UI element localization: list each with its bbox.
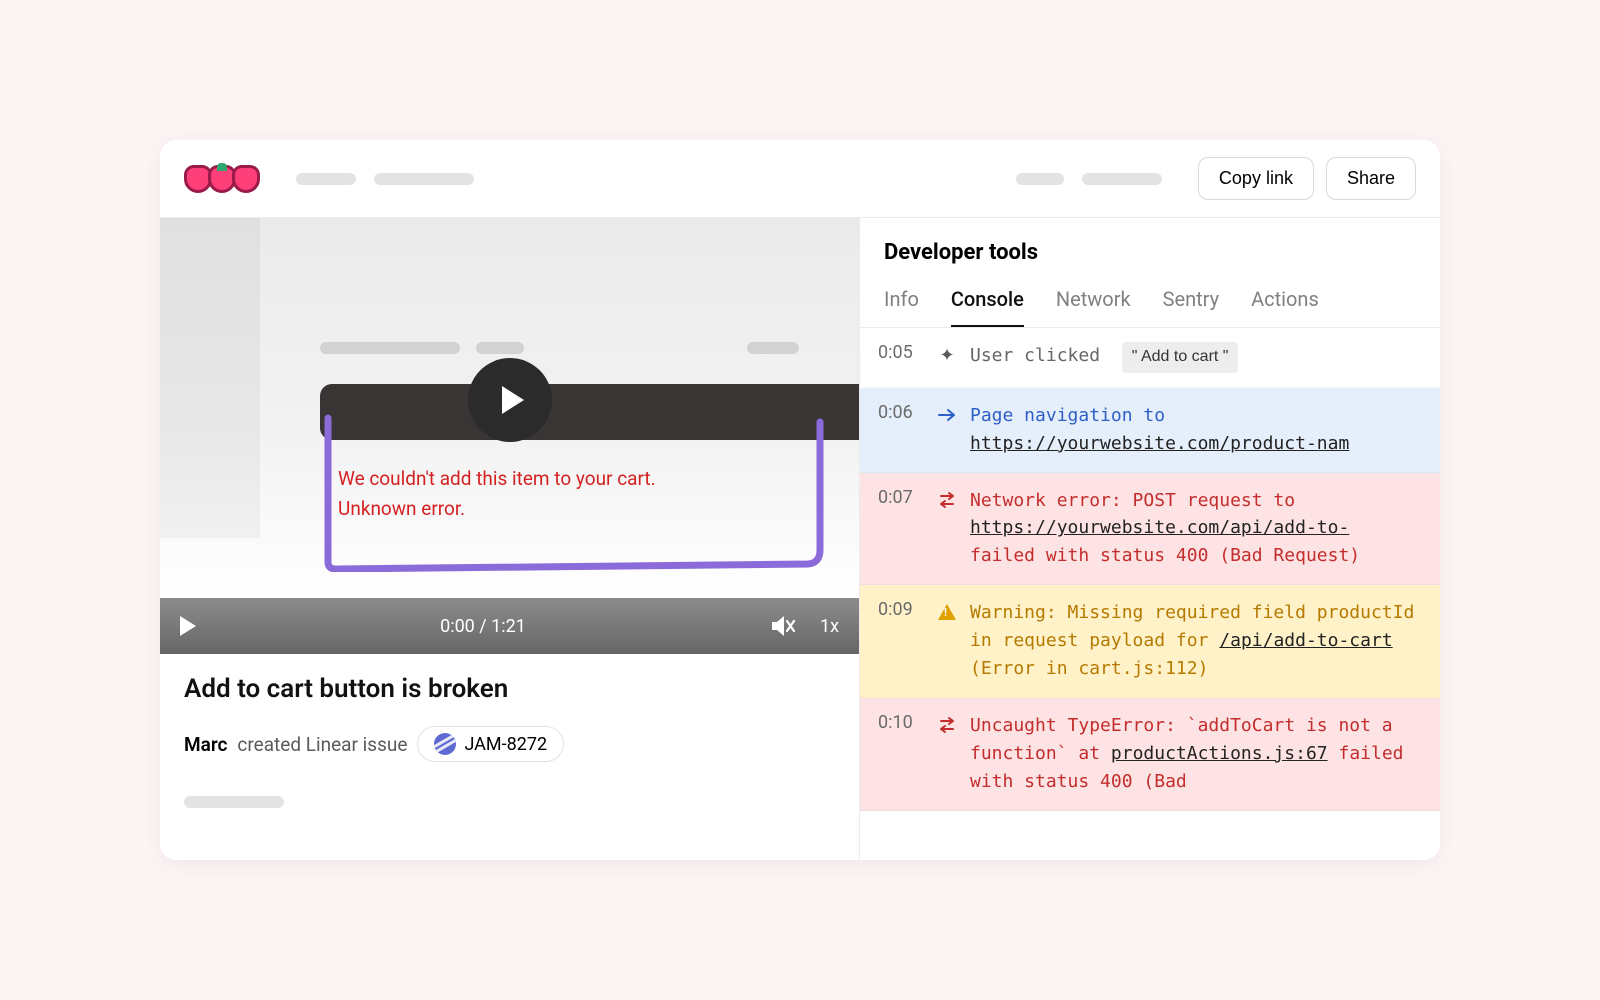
log-row-warning: 0:09 Warning: Missing required field pro… — [860, 585, 1440, 698]
console-logs[interactable]: 0:05 ✦ User clicked " Add to cart " 0:06… — [860, 328, 1440, 860]
mock-sidebar — [160, 218, 260, 538]
linear-issue-id: JAM-8272 — [464, 734, 547, 755]
app-window: Copy link Share We couldn't — [160, 140, 1440, 860]
log-row-network-error: 0:07 Network error: POST request to http… — [860, 473, 1440, 586]
arrow-right-icon — [936, 404, 958, 426]
clicked-target-pill: " Add to cart " — [1122, 342, 1239, 373]
log-url[interactable]: /api/add-to-cart — [1219, 630, 1392, 651]
devtools-tabs: Info Console Network Sentry Actions — [860, 273, 1440, 328]
log-time: 0:10 — [878, 712, 924, 733]
video-time: 0:00 / 1:21 — [440, 616, 526, 637]
log-time: 0:06 — [878, 402, 924, 423]
tab-network[interactable]: Network — [1056, 287, 1131, 327]
warning-icon — [936, 601, 958, 623]
log-body: Network error: POST request to https://y… — [970, 487, 1422, 571]
issue-area: Add to cart button is broken Marc create… — [160, 654, 859, 860]
devtools-panel: Developer tools Info Console Network Sen… — [860, 218, 1440, 860]
log-row-user-click: 0:05 ✦ User clicked " Add to cart " — [860, 328, 1440, 388]
log-body: Uncaught TypeError: `addToCart is not a … — [970, 712, 1422, 796]
error-message: We couldn't add this item to your cart. … — [338, 464, 656, 525]
video-controls: 0:00 / 1:21 1x — [160, 598, 859, 654]
jam-logo — [184, 165, 256, 193]
swap-icon — [936, 714, 958, 736]
log-time: 0:09 — [878, 599, 924, 620]
issue-body-skeleton — [184, 796, 835, 808]
logo-letter-m — [232, 165, 260, 193]
issue-title: Add to cart button is broken — [184, 674, 835, 704]
log-row-type-error: 0:10 Uncaught TypeError: `addToCart is n… — [860, 698, 1440, 811]
tab-actions[interactable]: Actions — [1251, 287, 1319, 327]
linear-issue-chip[interactable]: JAM-8272 — [417, 726, 564, 762]
swap-icon — [936, 489, 958, 511]
play-button[interactable] — [468, 358, 552, 442]
log-url[interactable]: https://yourwebsite.com/product-nam — [970, 433, 1349, 454]
log-body: Page navigation to https://yourwebsite.c… — [970, 402, 1422, 458]
speed-control[interactable]: 1x — [820, 616, 839, 637]
issue-author: Marc — [184, 733, 227, 756]
linear-icon — [434, 733, 456, 755]
topbar: Copy link Share — [160, 140, 1440, 218]
play-icon[interactable] — [180, 616, 196, 636]
video-preview: We couldn't add this item to your cart. … — [160, 218, 859, 598]
issue-created-text: created Linear issue — [237, 733, 407, 756]
log-body: Warning: Missing required field productI… — [970, 599, 1422, 683]
log-time: 0:07 — [878, 487, 924, 508]
log-row-navigation: 0:06 Page navigation to https://yourwebs… — [860, 388, 1440, 473]
mock-heading-skeleton — [320, 342, 524, 354]
topbar-skeleton-left — [296, 173, 474, 185]
tab-sentry[interactable]: Sentry — [1163, 287, 1219, 327]
left-panel: We couldn't add this item to your cart. … — [160, 218, 860, 860]
mock-heading-skeleton-right — [747, 342, 799, 354]
log-body: User clicked " Add to cart " — [970, 342, 1422, 373]
copy-link-button[interactable]: Copy link — [1198, 157, 1314, 200]
sparkle-icon: ✦ — [936, 344, 958, 366]
devtools-title: Developer tools — [860, 218, 1440, 273]
tab-console[interactable]: Console — [951, 287, 1024, 327]
topbar-skeleton-right — [1016, 173, 1162, 185]
issue-meta-row: Marc created Linear issue JAM-8272 — [184, 726, 835, 762]
share-button[interactable]: Share — [1326, 157, 1416, 200]
log-time: 0:05 — [878, 342, 924, 363]
log-url[interactable]: https://yourwebsite.com/api/add-to- — [970, 517, 1349, 538]
tab-info[interactable]: Info — [884, 287, 919, 327]
mock-dark-bar — [320, 384, 859, 440]
mute-icon[interactable] — [770, 615, 796, 637]
log-url[interactable]: productActions.js:67 — [1111, 743, 1328, 764]
